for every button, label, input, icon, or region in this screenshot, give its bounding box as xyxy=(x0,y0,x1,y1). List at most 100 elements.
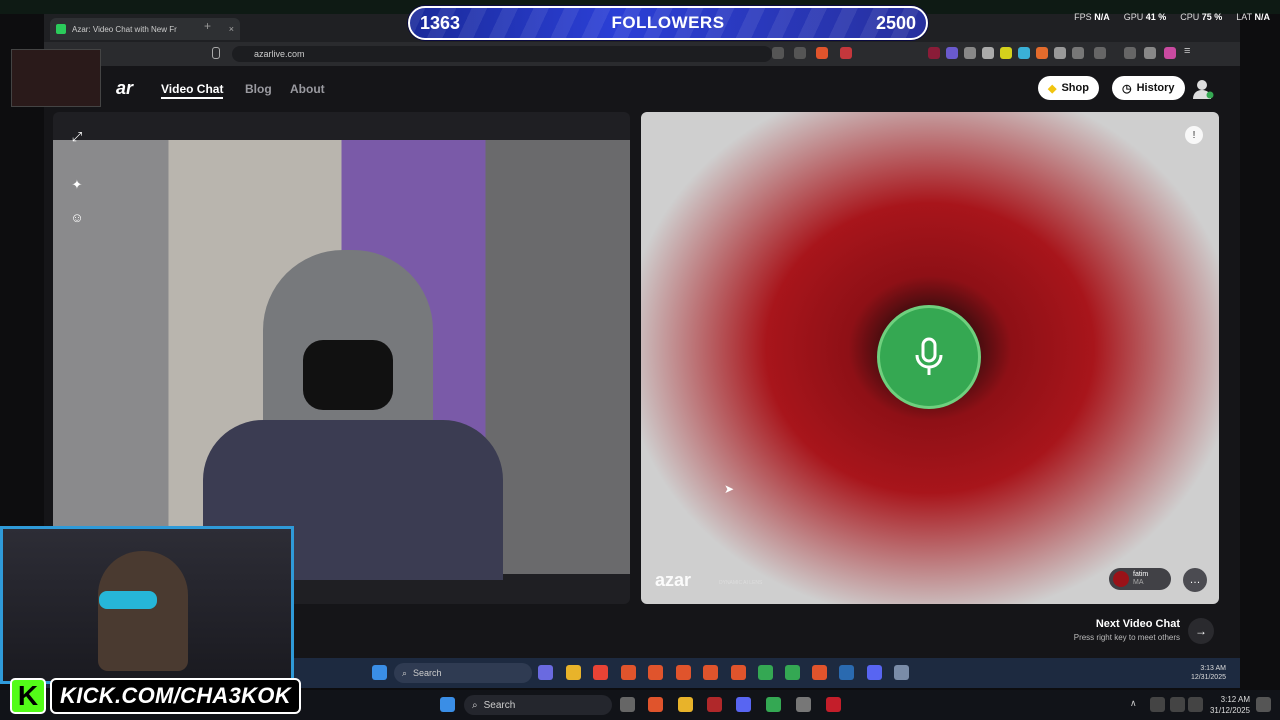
tab-close-icon[interactable]: × xyxy=(229,24,234,34)
calculator-icon[interactable] xyxy=(894,665,909,680)
network-icon[interactable] xyxy=(1170,697,1185,712)
app-icon[interactable] xyxy=(826,697,841,712)
streamer xyxy=(98,551,188,671)
report-shield-icon[interactable]: ! xyxy=(1185,126,1203,144)
microphone-icon xyxy=(915,337,943,375)
address-bar[interactable]: azarlive.com xyxy=(232,46,772,62)
kick-logo-icon: K xyxy=(10,678,46,714)
outer-search-box[interactable]: ⌕ Search xyxy=(464,695,612,715)
sticker-icon[interactable]: ☺ xyxy=(64,204,90,230)
partner-name: fatim xyxy=(1133,571,1149,578)
windows-start-icon[interactable] xyxy=(372,665,387,680)
brave-icon[interactable] xyxy=(621,665,636,680)
tray-chevron-icon[interactable]: ∧ xyxy=(1130,698,1137,709)
brave-icon[interactable] xyxy=(812,665,827,680)
azar-watermark: azar xyxy=(655,570,692,590)
new-tab-button[interactable]: + xyxy=(204,19,211,33)
notification-icon[interactable] xyxy=(1256,697,1271,712)
next-chat-title: Next Video Chat xyxy=(1095,618,1180,630)
extension-icon[interactable] xyxy=(1036,47,1048,59)
extensions-puzzle-icon[interactable] xyxy=(1072,47,1084,59)
followers-goal: 2500 xyxy=(875,12,916,33)
discord-icon[interactable] xyxy=(867,665,882,680)
brave-shield-icon[interactable] xyxy=(816,47,828,59)
partner-user-chip[interactable]: fatim MA xyxy=(1109,568,1171,590)
profile-icon[interactable] xyxy=(1192,78,1214,100)
kick-channel-banner: K KICK.COM/CHA3KOK xyxy=(10,678,301,714)
inner-clock[interactable]: 3:13 AM 12/31/2025 xyxy=(1191,664,1226,682)
brave-icon[interactable] xyxy=(648,665,663,680)
followers-current: 1363 xyxy=(420,12,461,33)
partner-country: MA xyxy=(1133,579,1144,586)
bookmark-icon[interactable] xyxy=(212,47,220,59)
azar-logo[interactable]: ar xyxy=(116,78,133,99)
tab-title: Azar: Video Chat with New Fr xyxy=(72,24,177,34)
fps-label: FPS xyxy=(1074,12,1092,22)
kick-channel-url: KICK.COM/CHA3KOK xyxy=(50,678,301,714)
app-icon[interactable] xyxy=(707,697,722,712)
browser-tab[interactable]: Azar: Video Chat with New Fr × xyxy=(50,18,240,40)
sparkle-effects-icon[interactable]: ✦ xyxy=(64,172,90,198)
brave-icon[interactable] xyxy=(731,665,746,680)
sidebar-icon[interactable] xyxy=(1094,47,1106,59)
task-view-icon[interactable] xyxy=(620,697,635,712)
history-label: History xyxy=(1136,82,1175,94)
inner-date: 12/31/2025 xyxy=(1190,674,1226,681)
brave-icon[interactable] xyxy=(703,665,718,680)
followers-goal-bar: 1363 FOLLOWERS 2500 xyxy=(408,6,928,40)
remote-video-panel: ! azar DYNAMIC AI LENS fatim MA … xyxy=(641,112,1219,604)
streamer-webcam xyxy=(0,526,294,684)
browser-toolbar: azarlive.com ≡ xyxy=(44,42,1240,66)
history-button[interactable]: ◷ History xyxy=(1112,76,1185,100)
extension-icon[interactable] xyxy=(946,47,958,59)
cpu-label: CPU xyxy=(1180,12,1200,22)
chrome-icon[interactable] xyxy=(785,665,800,680)
kick-icon[interactable] xyxy=(766,697,781,712)
vpn-icon[interactable] xyxy=(1144,47,1156,59)
obs-icon[interactable] xyxy=(796,697,811,712)
extension-icon[interactable] xyxy=(928,47,940,59)
clock-icon: ◷ xyxy=(1122,82,1132,95)
nav-blog[interactable]: Blog xyxy=(245,82,272,96)
microphone-button[interactable] xyxy=(877,305,981,409)
brave-rewards-icon[interactable] xyxy=(840,47,852,59)
discord-icon[interactable] xyxy=(736,697,751,712)
shop-button[interactable]: ◆ Shop xyxy=(1038,76,1099,100)
cast-icon[interactable] xyxy=(772,47,784,59)
volume-icon[interactable] xyxy=(1188,697,1203,712)
azar-favicon-icon xyxy=(56,24,66,34)
share-icon[interactable] xyxy=(794,47,806,59)
mouse-cursor-icon: ➤ xyxy=(724,482,735,496)
chrome-icon[interactable] xyxy=(593,665,608,680)
steam-icon[interactable] xyxy=(839,665,854,680)
chrome-icon[interactable] xyxy=(758,665,773,680)
inner-search-box[interactable]: ⌕ Search xyxy=(394,663,532,683)
extension-icon[interactable] xyxy=(964,47,976,59)
chat-bubble-icon[interactable]: … xyxy=(1183,568,1207,592)
teams-icon[interactable] xyxy=(538,665,553,680)
file-explorer-icon[interactable] xyxy=(566,665,581,680)
extension-icon[interactable] xyxy=(1018,47,1030,59)
leo-ai-icon[interactable] xyxy=(1164,47,1176,59)
extension-icon[interactable] xyxy=(1054,47,1066,59)
expand-icon[interactable]: ⤢ xyxy=(64,124,90,150)
lat-value: N/A xyxy=(1254,12,1271,22)
menu-icon[interactable]: ≡ xyxy=(1184,45,1196,57)
windows-start-icon[interactable] xyxy=(440,697,455,712)
nav-about[interactable]: About xyxy=(290,82,325,96)
mic-tray-icon[interactable] xyxy=(1150,697,1165,712)
azar-watermark-sub: DYNAMIC AI LENS xyxy=(719,580,763,586)
streamer-goggles xyxy=(99,591,157,609)
extension-icon[interactable] xyxy=(982,47,994,59)
nav-video-chat[interactable]: Video Chat xyxy=(161,82,224,99)
followers-label: FOLLOWERS xyxy=(611,13,725,32)
brave-icon[interactable] xyxy=(676,665,691,680)
brave-icon[interactable] xyxy=(648,697,663,712)
outer-clock[interactable]: 3:12 AM 31/12/2025 xyxy=(1210,694,1250,716)
file-explorer-icon[interactable] xyxy=(678,697,693,712)
wallet-icon[interactable] xyxy=(1124,47,1136,59)
extension-icon[interactable] xyxy=(1000,47,1012,59)
next-chat-arrow-button[interactable]: → xyxy=(1188,618,1214,644)
mini-webcam-feed xyxy=(11,49,101,107)
next-video-chat: Next Video Chat Press right key to meet … xyxy=(1040,618,1180,642)
